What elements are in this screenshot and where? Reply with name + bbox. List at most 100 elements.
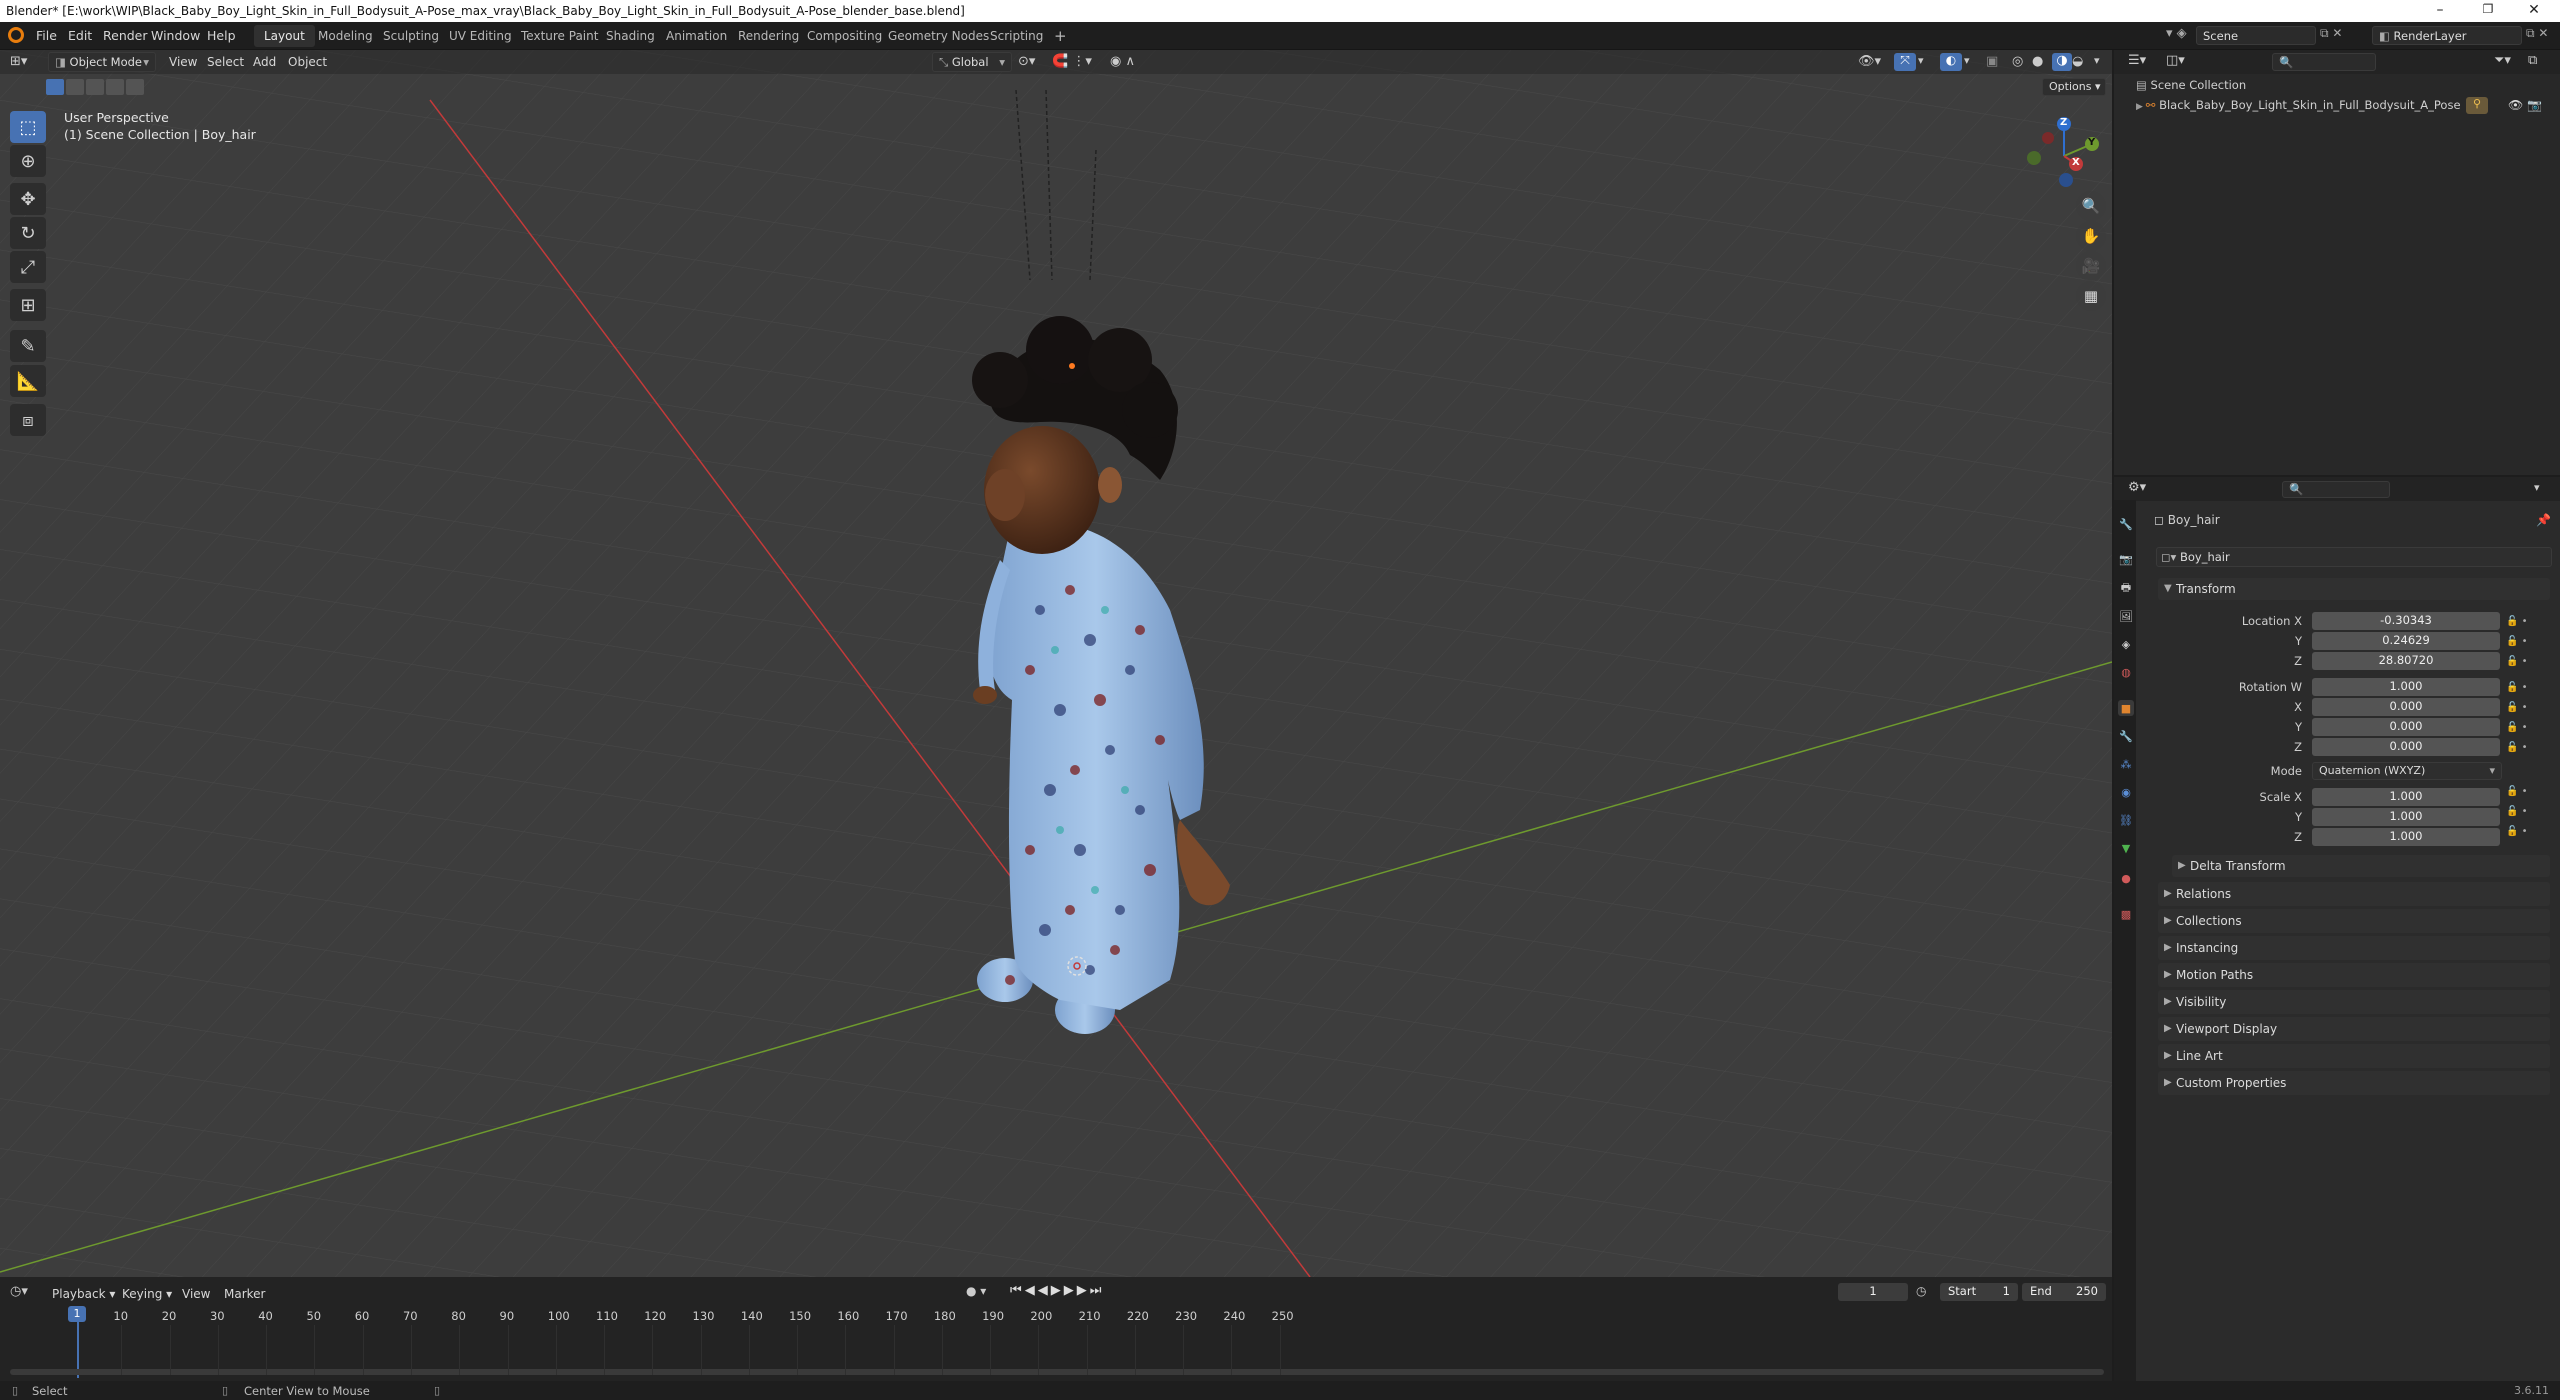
menu-timeline-view[interactable]: View [182,1286,210,1303]
menu-file[interactable]: File [36,28,57,43]
playhead-frame-label[interactable]: 1 [68,1306,86,1322]
select-subtract-icon[interactable] [86,79,104,95]
view-layer-actions-icon[interactable]: ⧉ ✕ [2526,26,2558,45]
snap-icon[interactable]: 🧲 ⋮▾ [1052,54,1102,71]
menu-playback[interactable]: Playback ▾ [52,1286,115,1303]
object-name-field[interactable]: ◻▾ Boy_hair [2156,547,2552,567]
tab-material-icon[interactable]: ● [2118,870,2134,886]
select-extend-icon[interactable] [66,79,84,95]
delta-transform-panel[interactable]: ▶ Delta Transform [2172,855,2550,877]
shading-solid-icon[interactable]: ● [2032,54,2052,71]
scale-z-field[interactable]: 1.000 [2312,828,2500,846]
tool-add-cube-icon[interactable]: ⧈ [10,404,46,436]
armature-data-icon[interactable]: ⚲ [2466,97,2488,114]
panel-line-art[interactable]: ▶ Line Art [2158,1044,2550,1068]
properties-options-icon[interactable]: ▾ [2534,481,2548,498]
minimize-button[interactable]: – [2420,2,2460,18]
properties-editor-icon[interactable]: ⚙▾ [2128,480,2162,497]
xray-icon[interactable]: ▣ [1986,54,2004,71]
tool-rotate-icon[interactable]: ↻ [10,217,46,249]
proportional-edit-icon[interactable]: ◉ ∧ [1110,54,1156,71]
menu-select[interactable]: Select [207,54,244,71]
outliner-display-mode-icon[interactable]: ◫▾ [2166,53,2196,70]
tab-layout[interactable]: Layout [254,25,315,47]
view-layer-selector[interactable]: ◧ RenderLayer [2372,26,2522,45]
tool-cursor-icon[interactable]: ⊕ [10,145,46,177]
tab-animation[interactable]: Animation [656,25,737,47]
menu-keying[interactable]: Keying ▾ [122,1286,172,1303]
shading-dropdown-icon[interactable]: ▾ [2094,54,2108,71]
pivot-point-icon[interactable]: ⊙▾ [1018,54,1042,71]
rotation-w-field[interactable]: 1.000 [2312,678,2500,696]
end-frame-field[interactable]: End 250 [2022,1283,2106,1301]
tab-scene-icon[interactable]: ◈ [2118,636,2134,652]
tab-world-icon[interactable]: ◍ [2118,664,2134,680]
preview-range-icon[interactable]: ◷ [1916,1284,1934,1301]
new-collection-icon[interactable]: ⧉ [2528,53,2552,70]
tab-scripting[interactable]: Scripting [980,25,1053,47]
properties-search-input[interactable]: 🔍 [2282,481,2390,498]
tool-select-box-icon[interactable]: ⬚ [10,111,46,143]
playback-controls[interactable]: ⏮◀◀▶▶▶⏭ [1010,1283,1126,1301]
scale-y-field[interactable]: 1.000 [2312,808,2500,826]
pan-hand-icon[interactable]: ✋ [2076,221,2106,251]
rotation-y-field[interactable]: 0.000 [2312,718,2500,736]
start-frame-field[interactable]: Start 1 [1940,1283,2018,1301]
overlay-toggle-icon[interactable]: ◐ [1940,53,1962,71]
close-button[interactable]: ✕ [2514,2,2554,18]
panel-relations[interactable]: ▶ Relations [2158,882,2550,906]
tab-render-icon[interactable]: 📷 [2118,551,2134,567]
overlay-dropdown-icon[interactable]: ▾ [1964,54,1978,71]
editor-type-icon[interactable]: ⊞▾ [10,54,44,71]
zoom-icon[interactable]: 🔍 [2076,191,2106,221]
menu-object[interactable]: Object [288,54,327,71]
tab-constraints-icon[interactable]: ⛓ [2118,812,2134,828]
current-frame-field[interactable]: 1 [1838,1283,1908,1301]
tool-measure-icon[interactable]: 📐 [10,365,46,397]
mode-selector[interactable]: ◨ Object Mode ▾ [48,52,156,72]
panel-visibility[interactable]: ▶ Visibility [2158,990,2550,1014]
rotation-z-field[interactable]: 0.000 [2312,738,2500,756]
tab-output-icon[interactable]: 🖶 [2118,580,2134,596]
tab-tool-icon[interactable]: 🔧 [2118,516,2134,532]
scale-x-field[interactable]: 1.000 [2312,788,2500,806]
transform-panel-header[interactable]: ▼ Transform [2158,578,2550,600]
select-new-icon[interactable] [46,79,64,95]
select-invert-icon[interactable] [126,79,144,95]
tool-annotate-icon[interactable]: ✎ [10,330,46,362]
record-icon[interactable]: ● ▾ [966,1284,1002,1302]
camera-view-icon[interactable]: 🎥 [2076,251,2106,281]
tab-sculpting[interactable]: Sculpting [373,25,449,47]
menu-view[interactable]: View [169,54,197,71]
menu-add[interactable]: Add [253,54,276,71]
visibility-toggle-icons[interactable]: 👁 📷 [2508,98,2556,115]
outliner-row-scene-collection[interactable]: ▤ Scene Collection [2136,78,2536,96]
gizmo-dropdown-icon[interactable]: ▾ [1918,54,1932,71]
tool-move-icon[interactable]: ✥ [10,183,46,215]
options-button[interactable]: Options ▾ [2042,78,2106,96]
menu-marker[interactable]: Marker [224,1286,265,1303]
panel-viewport-display[interactable]: ▶ Viewport Display [2158,1017,2550,1041]
outliner-filter-icon[interactable]: ⏷▾ [2494,53,2524,70]
tab-physics-icon[interactable]: ◉ [2118,784,2134,800]
select-intersect-icon[interactable] [106,79,124,95]
pin-icon[interactable]: 📌 [2536,513,2552,529]
tab-texture-icon[interactable]: ▩ [2118,906,2134,922]
panel-instancing[interactable]: ▶ Instancing [2158,936,2550,960]
3d-viewport[interactable] [0,50,2112,1277]
transform-lock-icons[interactable]: 🔓 • 🔓 • 🔓 • 🔓 • 🔓 • 🔓 • 🔓 • 🔓 • 🔓 • 🔓 • [2506,612,2546,852]
tab-texture-paint[interactable]: Texture Paint [511,25,608,47]
tab-shading[interactable]: Shading [596,25,665,47]
scene-actions-icon[interactable]: ⧉ ✕ [2320,26,2368,45]
rotation-mode-dropdown[interactable]: Quaternion (WXYZ) ▾ [2312,762,2502,780]
menu-window[interactable]: Window [151,28,200,43]
shading-material-icon[interactable]: ◑ [2052,53,2072,71]
visibility-icon[interactable]: 👁▾ [1858,54,1888,71]
tab-object-icon[interactable]: ■ [2118,700,2134,716]
blender-logo-icon[interactable] [8,27,24,43]
maximize-button[interactable]: ❐ [2468,2,2508,16]
timeline-editor-icon[interactable]: ◷▾ [10,1284,38,1301]
expand-arrow-icon[interactable]: ▶ [2136,102,2146,112]
location-x-field[interactable]: -0.30343 [2312,612,2500,630]
add-workspace-button[interactable]: + [1044,25,1077,47]
